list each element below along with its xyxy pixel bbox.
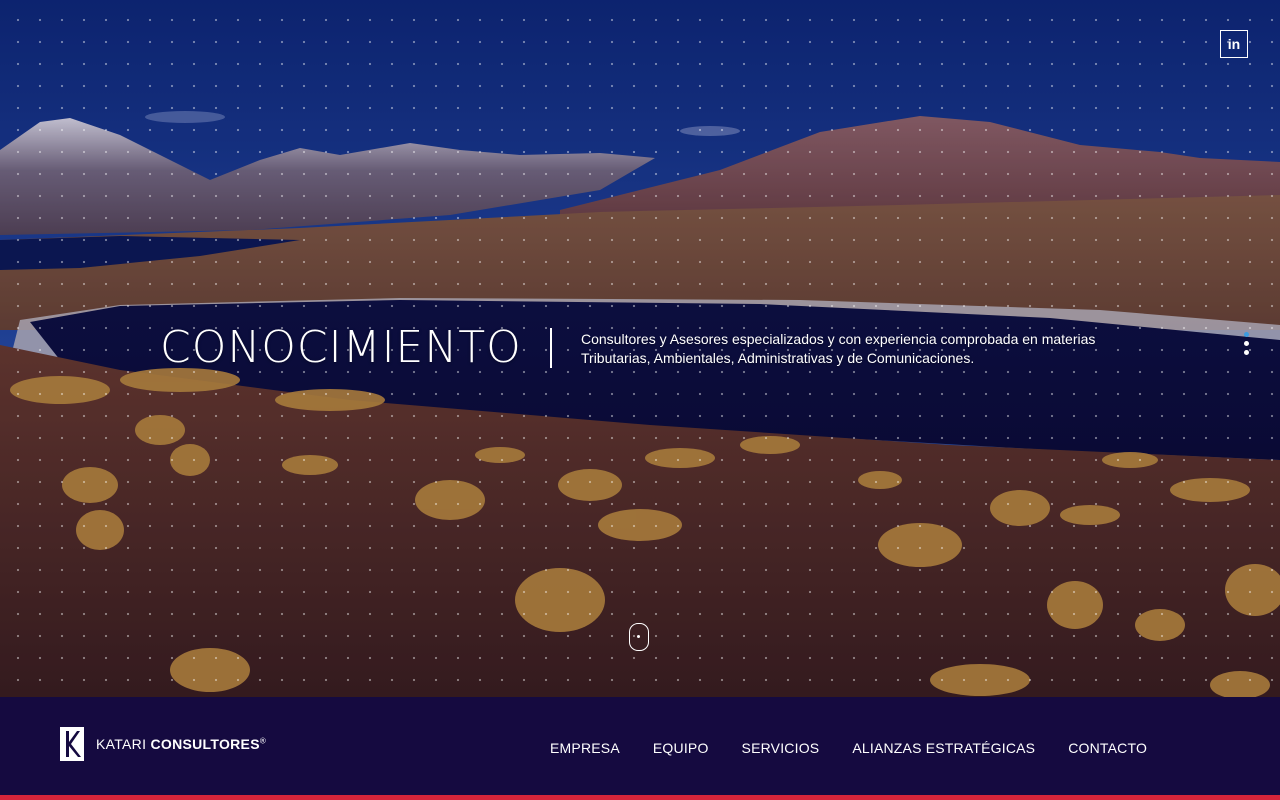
brand-logo[interactable]: KATARI CONSULTORES® (60, 727, 266, 761)
trademark-symbol: ® (259, 736, 267, 746)
brand-name: KATARI CONSULTORES® (96, 736, 266, 752)
slide-dot-3[interactable] (1244, 350, 1249, 355)
primary-menu: EMPRESA EQUIPO SERVICIOS ALIANZAS ESTRAT… (550, 740, 1147, 756)
slide-dot-2[interactable] (1244, 341, 1249, 346)
brand-name-bold: CONSULTORES (150, 736, 260, 752)
linkedin-icon[interactable]: in (1220, 30, 1248, 58)
nav-item-equipo[interactable]: EQUIPO (653, 740, 709, 756)
accent-bottom-bar (0, 795, 1280, 800)
nav-item-alianzas[interactable]: ALIANZAS ESTRATÉGICAS (852, 740, 1035, 756)
hero-description-line: Consultores y Asesores especializados y … (581, 331, 1096, 347)
page: in CONOCIMIENTO Consultores y Asesores e… (0, 0, 1280, 800)
nav-item-empresa[interactable]: EMPRESA (550, 740, 620, 756)
hero-slider: in CONOCIMIENTO Consultores y Asesores e… (0, 0, 1280, 697)
nav-item-contacto[interactable]: CONTACTO (1068, 740, 1147, 756)
slide-pagination (1243, 332, 1251, 359)
katari-logo-icon (60, 727, 84, 761)
hero-headline: CONOCIMIENTO (160, 322, 522, 373)
scroll-wheel-dot (637, 635, 640, 638)
headline-divider (550, 328, 552, 368)
brand-name-light: KATARI (96, 736, 151, 752)
nav-item-servicios[interactable]: SERVICIOS (742, 740, 820, 756)
hero-description: Consultores y Asesores especializados y … (581, 330, 1141, 368)
scroll-down-icon[interactable] (629, 623, 649, 651)
slide-dot-1[interactable] (1244, 332, 1249, 337)
hero-description-line: Tributarias, Ambientales, Administrativa… (581, 350, 975, 366)
